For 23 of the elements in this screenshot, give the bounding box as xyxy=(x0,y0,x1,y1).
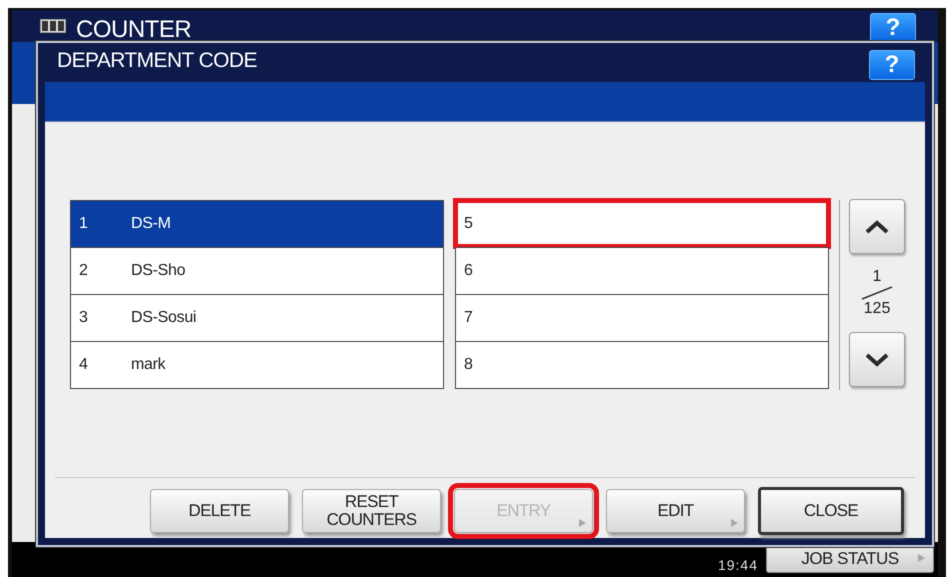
counter-icon xyxy=(40,19,66,33)
action-button[interactable]: DELETE xyxy=(150,489,289,533)
chevron-down-icon xyxy=(865,352,889,366)
department-list-item[interactable]: 2 DS-Sho xyxy=(70,247,444,294)
department-list-item[interactable]: 1 DS-M xyxy=(70,200,444,247)
department-list-item[interactable]: 8 xyxy=(455,341,829,388)
department-list-item[interactable]: 3 DS-Sosui xyxy=(70,294,444,341)
screen-title: COUNTER xyxy=(76,16,192,44)
page-total: 125 xyxy=(864,300,890,318)
action-button[interactable]: CLOSE xyxy=(758,487,904,535)
page-up-button[interactable] xyxy=(849,199,905,254)
chevron-up-icon xyxy=(865,220,889,234)
department-list-item[interactable]: 4 mark xyxy=(70,341,444,388)
page-down-button[interactable] xyxy=(849,332,905,387)
dialog-title: DEPARTMENT CODE xyxy=(57,48,257,73)
page-number: 1 xyxy=(872,268,882,286)
department-list-item[interactable]: 6 xyxy=(455,247,829,294)
department-list-item[interactable]: 7 xyxy=(455,294,829,341)
slash-divider xyxy=(861,286,893,300)
clock-time: 19:44 xyxy=(718,557,758,575)
department-list-item[interactable]: 5 xyxy=(455,200,829,247)
action-button[interactable]: EDIT xyxy=(606,489,745,533)
action-button[interactable]: RESET COUNTERS xyxy=(302,489,441,533)
